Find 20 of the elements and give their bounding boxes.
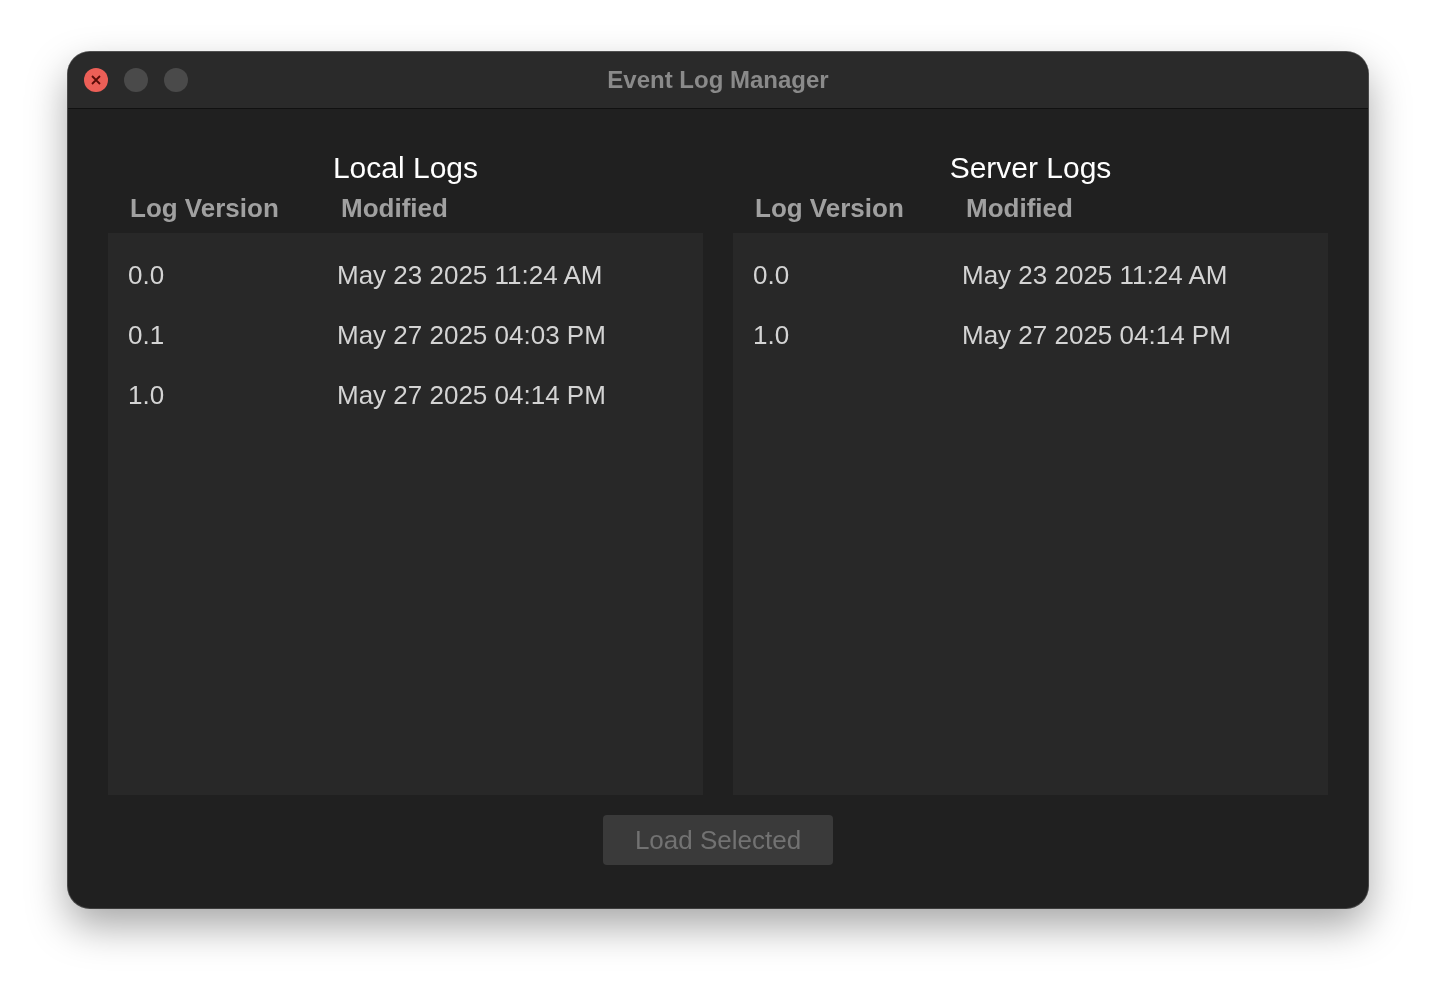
zoom-icon[interactable] [164, 68, 188, 92]
minimize-icon[interactable] [124, 68, 148, 92]
column-header[interactable]: Modified [341, 193, 448, 233]
version-cell[interactable]: 0.1 [128, 319, 337, 351]
modified-cell[interactable]: May 27 2025 04:14 PM [337, 379, 606, 411]
close-icon[interactable] [84, 68, 108, 92]
section-title: Local Logs [332, 151, 479, 185]
section-title: Server Logs [949, 151, 1112, 185]
modified-cell[interactable]: May 23 2025 11:24 AM [962, 259, 1228, 291]
modified-cell[interactable]: May 27 2025 04:14 PM [962, 319, 1231, 351]
modified-cell[interactable]: May 27 2025 04:03 PM [337, 319, 606, 351]
column-header[interactable]: Modified [966, 193, 1073, 233]
version-cell[interactable]: 1.0 [128, 379, 337, 411]
column-header[interactable]: Log Version [755, 193, 966, 233]
modified-cell[interactable]: May 23 2025 11:24 AM [337, 259, 603, 291]
version-cell[interactable]: 0.0 [128, 259, 337, 291]
column-header[interactable]: Log Version [130, 193, 341, 233]
window-title: Event Log Manager [607, 66, 829, 94]
version-cell[interactable]: 0.0 [753, 259, 962, 291]
version-cell[interactable]: 1.0 [753, 319, 962, 351]
